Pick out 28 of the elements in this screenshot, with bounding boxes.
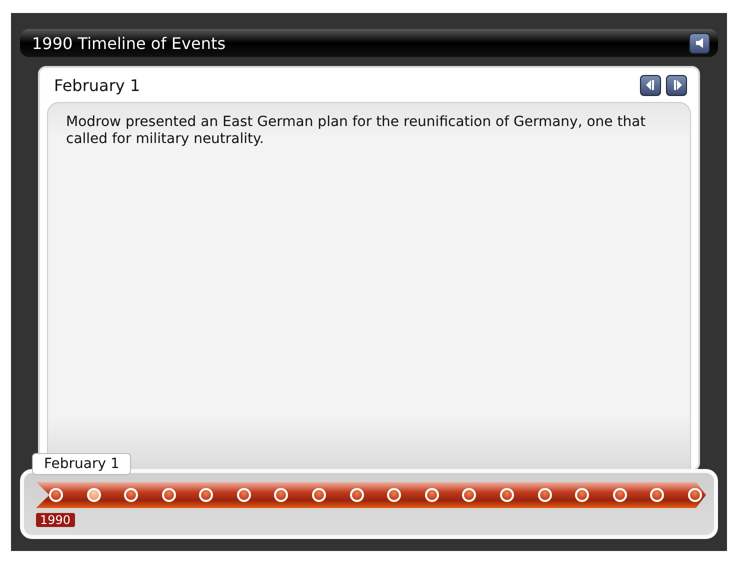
event-marker[interactable] [612,488,627,502]
event-marker[interactable] [312,488,326,502]
sound-button[interactable] [689,32,710,54]
event-marker[interactable] [236,488,251,502]
event-marker[interactable] [49,488,63,502]
event-marker[interactable] [424,488,439,502]
event-marker[interactable] [86,488,101,502]
window-title: 1990 Timeline of Events [32,34,226,52]
previous-icon [644,79,656,91]
event-marker[interactable] [387,488,402,502]
event-marker[interactable] [124,488,138,502]
event-title: February 1 [54,76,140,94]
event-marker[interactable] [575,488,590,502]
event-marker[interactable] [274,488,288,502]
event-marker[interactable] [462,488,476,502]
speaker-icon [694,37,704,49]
event-marker[interactable] [650,488,664,502]
event-marker[interactable] [688,488,702,502]
next-button[interactable] [666,74,687,96]
year-label: 1990 [36,513,75,527]
event-marker[interactable] [538,488,552,502]
previous-button[interactable] [640,74,661,96]
event-marker[interactable] [350,488,364,502]
event-marker[interactable] [162,488,176,502]
event-marker[interactable] [500,488,514,502]
event-marker[interactable] [199,488,214,502]
date-tooltip: February 1 [32,453,132,475]
event-description: Modrow presented an East German plan for the reunification of Germany, one that called for military neutrality. [66,114,647,148]
